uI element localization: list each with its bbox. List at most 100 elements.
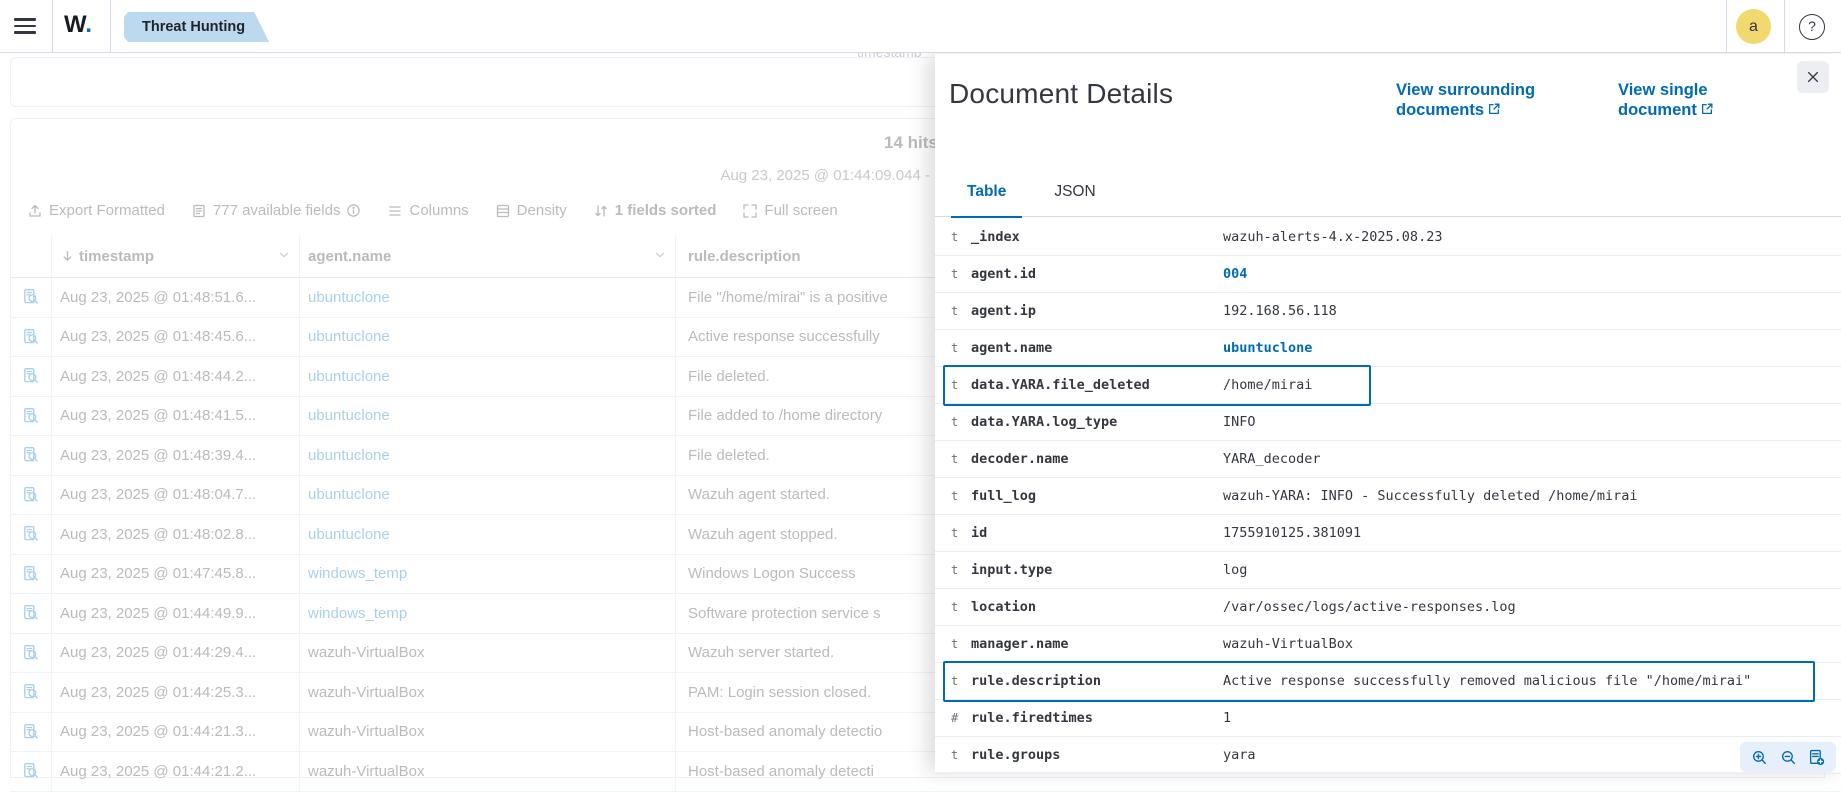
close-icon[interactable]	[1797, 61, 1829, 93]
view-single-document-link[interactable]: View single document	[1618, 80, 1743, 120]
zoom-out-icon[interactable]	[1780, 749, 1797, 766]
divider	[1726, 0, 1727, 53]
field-name: _index	[971, 229, 1223, 245]
timestamp-cell: Aug 23, 2025 @ 01:47:45.8...	[52, 555, 300, 594]
document-details-flyout: Document Details View surrounding docume…	[935, 54, 1841, 772]
agent-name-link[interactable]: ubuntuclone	[308, 368, 390, 385]
menu-icon[interactable]	[12, 14, 38, 38]
agent-name-link[interactable]: windows_temp	[308, 565, 407, 582]
field-row: t id 1755910125.381091	[935, 515, 1841, 552]
field-name: input.type	[971, 562, 1223, 578]
inspect-document-icon[interactable]	[10, 713, 52, 752]
fullscreen-label: Full screen	[764, 202, 837, 219]
fields-sorted-button[interactable]: 1 fields sorted	[593, 202, 717, 219]
timestamp-cell: Aug 23, 2025 @ 01:44:29.4...	[52, 634, 300, 673]
field-type-icon: t	[951, 526, 971, 540]
view-surrounding-documents-link[interactable]: View surrounding documents	[1396, 80, 1574, 120]
export-icon	[27, 203, 43, 219]
sort-down-icon	[60, 249, 75, 264]
external-link-icon	[1487, 102, 1501, 116]
breadcrumb-threat-hunting[interactable]: Threat Hunting	[124, 12, 269, 42]
export-label: Export Formatted	[49, 202, 165, 219]
field-value: /home/mirai	[1223, 377, 1831, 393]
field-type-icon: t	[951, 452, 971, 466]
timestamp-cell: Aug 23, 2025 @ 01:48:45.6...	[52, 318, 300, 357]
inspect-document-icon[interactable]	[10, 278, 52, 317]
field-value[interactable]: 004	[1223, 266, 1831, 282]
timestamp-cell: Aug 23, 2025 @ 01:44:49.9...	[52, 594, 300, 633]
inspect-document-icon[interactable]	[10, 318, 52, 357]
field-name: agent.id	[971, 266, 1223, 282]
inspect-document-icon[interactable]	[10, 515, 52, 554]
tab-json[interactable]: JSON	[1038, 167, 1111, 217]
field-type-icon: t	[951, 489, 971, 503]
tab-table[interactable]: Table	[951, 167, 1022, 217]
flyout-title: Document Details	[949, 78, 1173, 110]
sort-icon	[593, 203, 609, 219]
inspect-document-icon[interactable]	[10, 555, 52, 594]
agent-name-link[interactable]: ubuntuclone	[308, 289, 390, 306]
field-row: t _index wazuh-alerts-4.x-2025.08.23	[935, 219, 1841, 256]
agent-header-label: agent.name	[308, 248, 391, 265]
field-value[interactable]: ubuntuclone	[1223, 340, 1831, 356]
agent-name-link[interactable]: ubuntuclone	[308, 447, 390, 464]
field-type-icon: t	[951, 341, 971, 355]
field-row: # rule.firedtimes 1	[935, 700, 1841, 737]
inspect-document-icon[interactable]	[10, 397, 52, 436]
field-value: 1	[1223, 710, 1831, 726]
divider	[1784, 0, 1785, 53]
field-value: wazuh-YARA: INFO - Successfully deleted …	[1223, 488, 1831, 504]
field-type-icon: t	[951, 674, 971, 688]
agent-name-link[interactable]: windows_temp	[308, 605, 407, 622]
external-link-icon	[1700, 102, 1714, 116]
header-icon-col	[10, 236, 52, 277]
field-name: location	[971, 599, 1223, 615]
inspect-document-icon[interactable]	[10, 752, 52, 791]
agent-name-link[interactable]: ubuntuclone	[308, 486, 390, 503]
chevron-down-icon[interactable]	[653, 248, 667, 266]
hits-count: 14 hits	[884, 133, 935, 153]
help-icon[interactable]: ?	[1799, 14, 1825, 40]
field-value: /var/ossec/logs/active-responses.log	[1223, 599, 1831, 615]
inspect-document-icon[interactable]	[10, 357, 52, 396]
timestamp-cell: Aug 23, 2025 @ 01:48:51.6...	[52, 278, 300, 317]
timestamp-cell: Aug 23, 2025 @ 01:48:02.8...	[52, 515, 300, 554]
export-formatted-button[interactable]: Export Formatted	[27, 202, 165, 219]
inspect-document-icon[interactable]	[10, 476, 52, 515]
columns-button[interactable]: Columns	[387, 202, 468, 219]
field-type-icon: t	[951, 415, 971, 429]
field-value: log	[1223, 562, 1831, 578]
field-row-highlighted: t data.YARA.file_deleted /home/mirai	[935, 367, 1841, 404]
inspect-document-icon[interactable]	[10, 673, 52, 712]
available-fields-button[interactable]: 777 available fields	[191, 202, 362, 219]
screen-zoom-widget	[1740, 742, 1836, 772]
field-row: t data.YARA.log_type INFO	[935, 404, 1841, 441]
timestamp-cell: Aug 23, 2025 @ 01:48:39.4...	[52, 436, 300, 475]
column-header-timestamp[interactable]: timestamp	[52, 236, 300, 277]
inspect-document-icon[interactable]	[10, 634, 52, 673]
field-name: rule.firedtimes	[971, 710, 1223, 726]
add-document-icon[interactable]	[1808, 749, 1825, 766]
info-icon	[346, 203, 361, 218]
agent-name-link[interactable]: ubuntuclone	[308, 328, 390, 345]
timestamp-cell: Aug 23, 2025 @ 01:48:44.2...	[52, 357, 300, 396]
chevron-down-icon[interactable]	[277, 248, 291, 266]
agent-name-link[interactable]: ubuntuclone	[308, 407, 390, 424]
field-type-icon: t	[951, 563, 971, 577]
density-label: Density	[517, 202, 567, 219]
full-screen-button[interactable]: Full screen	[742, 202, 837, 219]
inspect-document-icon[interactable]	[10, 594, 52, 633]
field-row: t manager.name wazuh-VirtualBox	[935, 626, 1841, 663]
density-button[interactable]: Density	[495, 202, 567, 219]
inspect-document-icon[interactable]	[10, 436, 52, 475]
document-fields-table: t _index wazuh-alerts-4.x-2025.08.23 t a…	[935, 219, 1841, 774]
agent-name-link[interactable]: ubuntuclone	[308, 526, 390, 543]
field-type-icon: t	[951, 600, 971, 614]
field-name: agent.name	[971, 340, 1223, 356]
column-header-agent-name[interactable]: agent.name	[300, 236, 676, 277]
field-value: 1755910125.381091	[1223, 525, 1831, 541]
avatar[interactable]: a	[1736, 9, 1771, 44]
agent-name-text: wazuh-VirtualBox	[308, 723, 424, 740]
wazuh-logo[interactable]: W.	[64, 11, 92, 39]
zoom-in-icon[interactable]	[1751, 749, 1768, 766]
